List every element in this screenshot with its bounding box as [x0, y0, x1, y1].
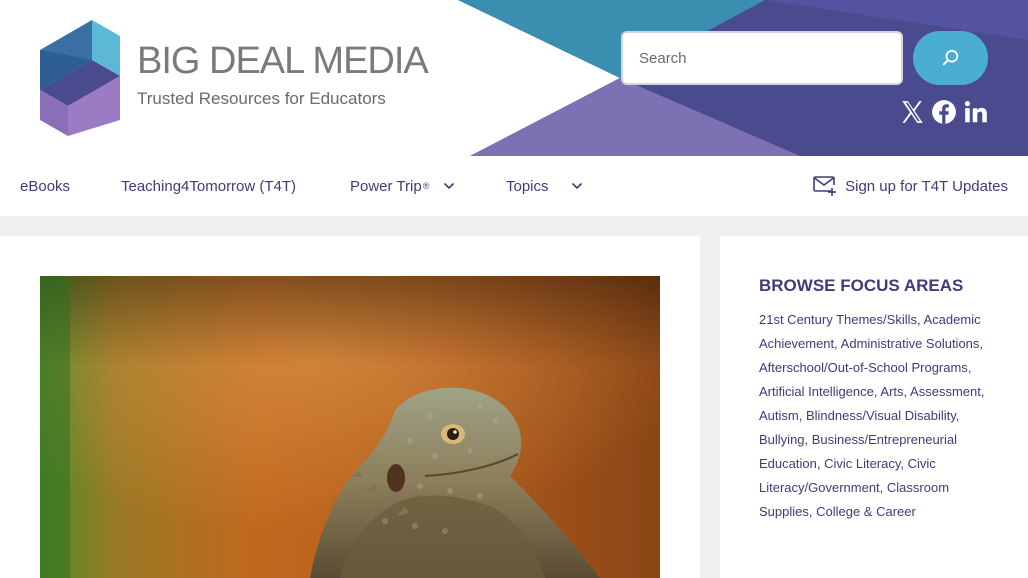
separator: , [980, 384, 985, 399]
focus-area-link[interactable]: Arts [880, 384, 903, 399]
separator: , [798, 408, 806, 423]
focus-area-link[interactable]: Afterschool/Out-of-School Programs [759, 360, 968, 375]
focus-area-link[interactable]: Autism [759, 408, 799, 423]
focus-area-link[interactable]: Blindness/Visual Disability [806, 408, 956, 423]
logo-mark-icon [40, 20, 120, 136]
bearded-dragon-image [40, 276, 660, 578]
logo-tagline: Trusted Resources for Educators [137, 89, 386, 108]
nav-item-power-trip[interactable]: Power Trip ® [350, 156, 455, 216]
separator: , [879, 480, 887, 495]
focus-area-link[interactable]: Bullying [759, 432, 805, 447]
separator: , [816, 456, 825, 471]
nav-item-topics[interactable]: Topics [506, 156, 583, 216]
facebook-icon [932, 100, 956, 124]
separator: , [967, 360, 972, 375]
search-button[interactable] [913, 31, 988, 85]
linkedin-icon [964, 101, 987, 123]
focus-area-link[interactable]: Artificial Intelligence [759, 384, 874, 399]
focus-area-link[interactable]: College & Career [816, 504, 916, 519]
nav-item-label: Teaching4Tomorrow (T4T) [121, 177, 297, 195]
separator: , [804, 432, 812, 447]
logo-title: BIG DEAL MEDIA [137, 40, 429, 82]
signup-label: Sign up for T4T Updates [845, 177, 1008, 195]
site-header: BIG DEAL MEDIA Trusted Resources for Edu… [0, 0, 1028, 156]
focus-area-link[interactable]: 21st Century Themes/Skills [759, 312, 917, 327]
sidebar: BROWSE FOCUS AREAS 21st Century Themes/S… [720, 236, 1028, 578]
article-card [0, 236, 700, 578]
x-icon [902, 101, 923, 123]
registered-mark: ® [422, 181, 430, 191]
linkedin-link[interactable] [962, 98, 990, 126]
separator: , [900, 456, 908, 471]
nav-item-label: eBooks [20, 177, 71, 195]
featured-image[interactable] [40, 276, 660, 578]
search-icon [942, 49, 958, 66]
separator: , [955, 408, 960, 423]
focus-area-link[interactable]: Civic Literacy [824, 456, 900, 471]
focus-area-list: 21st Century Themes/Skills, Academic Ach… [759, 308, 999, 524]
signup-link[interactable]: Sign up for T4T Updates [813, 156, 1008, 216]
facebook-link[interactable] [930, 98, 958, 126]
site-logo[interactable]: BIG DEAL MEDIA Trusted Resources for Edu… [40, 20, 460, 136]
nav-item-label: Topics [506, 177, 549, 195]
chevron-down-icon [571, 182, 583, 190]
main-nav: eBooks Teaching4Tomorrow (T4T) Power Tri… [0, 156, 1028, 216]
nav-item-teaching4tomorrow[interactable]: Teaching4Tomorrow (T4T) [121, 156, 296, 216]
x-link[interactable] [898, 98, 926, 126]
focus-area-link[interactable]: Administrative Solutions [841, 336, 980, 351]
sidebar-title: BROWSE FOCUS AREAS [759, 276, 964, 295]
search-input[interactable] [621, 31, 903, 85]
chevron-down-icon [443, 182, 455, 190]
nav-item-label: Power Trip [350, 177, 422, 195]
separator: , [979, 336, 984, 351]
nav-item-ebooks[interactable]: eBooks [20, 156, 70, 216]
focus-area-link[interactable]: Assessment [910, 384, 981, 399]
mail-plus-icon [813, 176, 837, 196]
